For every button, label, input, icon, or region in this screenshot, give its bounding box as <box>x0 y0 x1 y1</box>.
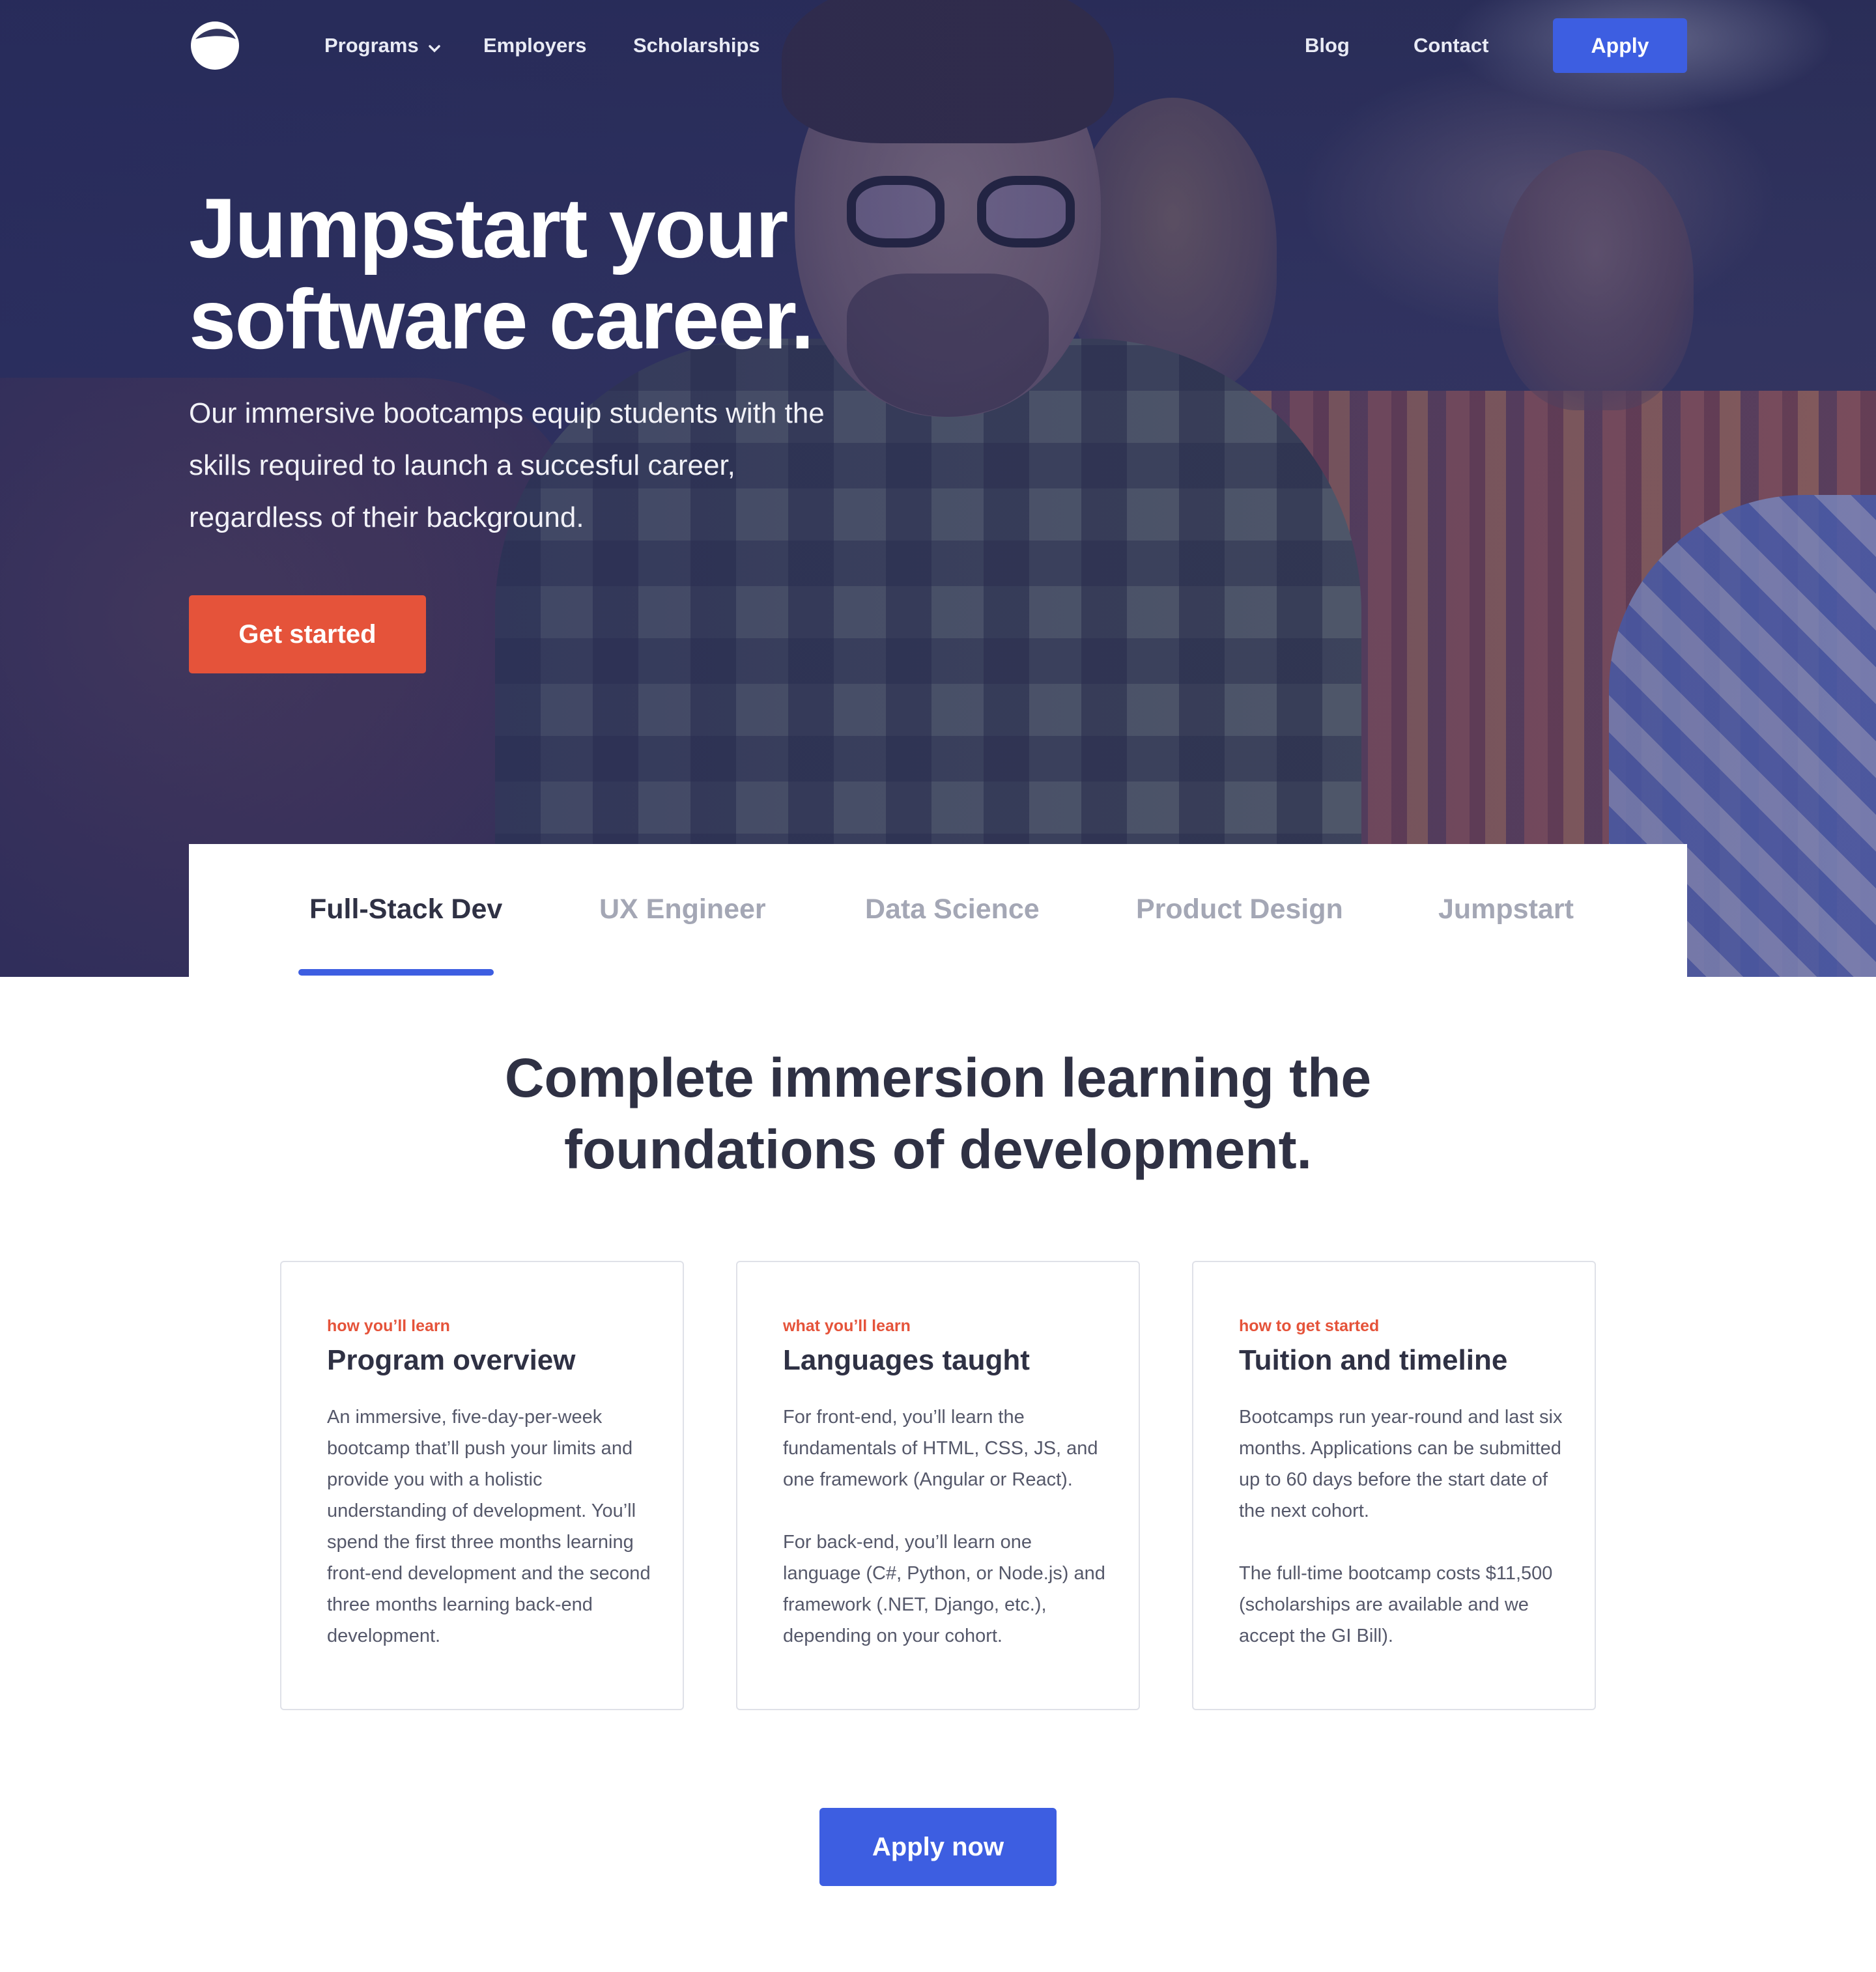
tab-full-stack-dev[interactable]: Full-Stack Dev <box>309 890 502 929</box>
tab-product-design[interactable]: Product Design <box>1136 890 1343 929</box>
nav-programs-label: Programs <box>324 34 419 57</box>
card-title: Languages taught <box>783 1344 1030 1376</box>
section-title-line2: foundations of development. <box>564 1119 1312 1180</box>
nav-blog[interactable]: Blog <box>1305 30 1350 61</box>
card-tuition-and-timeline: how to get started Tuition and timeline … <box>1192 1261 1596 1710</box>
hero-title: Jumpstart your software career. <box>189 182 905 365</box>
card-title: Program overview <box>327 1344 576 1376</box>
tab-ux-engineer[interactable]: UX Engineer <box>599 890 766 929</box>
card-paragraph: For front-end, you’ll learn the fundamen… <box>783 1407 1098 1490</box>
card-eyebrow: how you’ll learn <box>327 1317 450 1335</box>
card-paragraph: The full-time bootcamp costs $11,500 (sc… <box>1239 1563 1553 1646</box>
hero-title-line1: Jumpstart your <box>189 180 788 275</box>
tab-data-science[interactable]: Data Science <box>865 890 1040 929</box>
nav-contact[interactable]: Contact <box>1414 30 1488 61</box>
card-eyebrow: what you’ll learn <box>783 1317 911 1335</box>
card-paragraph: For back-end, you’ll learn one language … <box>783 1532 1105 1646</box>
chevron-down-icon <box>428 31 441 63</box>
nav-employers[interactable]: Employers <box>483 30 587 61</box>
card-body: For front-end, you’ll learn the fundamen… <box>783 1402 1109 1652</box>
nav-scholarships[interactable]: Scholarships <box>633 30 760 61</box>
apply-now-button[interactable]: Apply now <box>819 1808 1057 1886</box>
card-paragraph: An immersive, five-day-per-week bootcamp… <box>327 1407 651 1646</box>
ring-logo-icon[interactable] <box>189 20 241 72</box>
card-body: Bootcamps run year-round and last six mo… <box>1239 1402 1565 1652</box>
card-body: An immersive, five-day-per-week bootcamp… <box>327 1402 653 1652</box>
program-tabs: Full-Stack Dev UX Engineer Data Science … <box>189 844 1687 977</box>
top-nav: Programs Employers Scholarships Blog Con… <box>0 0 1876 91</box>
hero-subtitle: Our immersive bootcamps equip students w… <box>189 397 825 533</box>
tab-jumpstart[interactable]: Jumpstart <box>1438 890 1574 929</box>
section-title-line1: Complete immersion learning the <box>504 1047 1372 1108</box>
nav-programs[interactable]: Programs <box>324 30 441 61</box>
section-title: Complete immersion learning the foundati… <box>417 1042 1459 1185</box>
get-started-button[interactable]: Get started <box>189 595 426 673</box>
card-program-overview: how you’ll learn Program overview An imm… <box>280 1261 684 1710</box>
active-tab-indicator <box>298 969 494 976</box>
card-languages-taught: what you’ll learn Languages taught For f… <box>736 1261 1140 1710</box>
card-eyebrow: how to get started <box>1239 1317 1380 1335</box>
apply-button[interactable]: Apply <box>1553 18 1687 73</box>
card-paragraph: Bootcamps run year-round and last six mo… <box>1239 1407 1563 1521</box>
card-title: Tuition and timeline <box>1239 1344 1508 1376</box>
hero-title-line2: software career. <box>189 272 814 367</box>
